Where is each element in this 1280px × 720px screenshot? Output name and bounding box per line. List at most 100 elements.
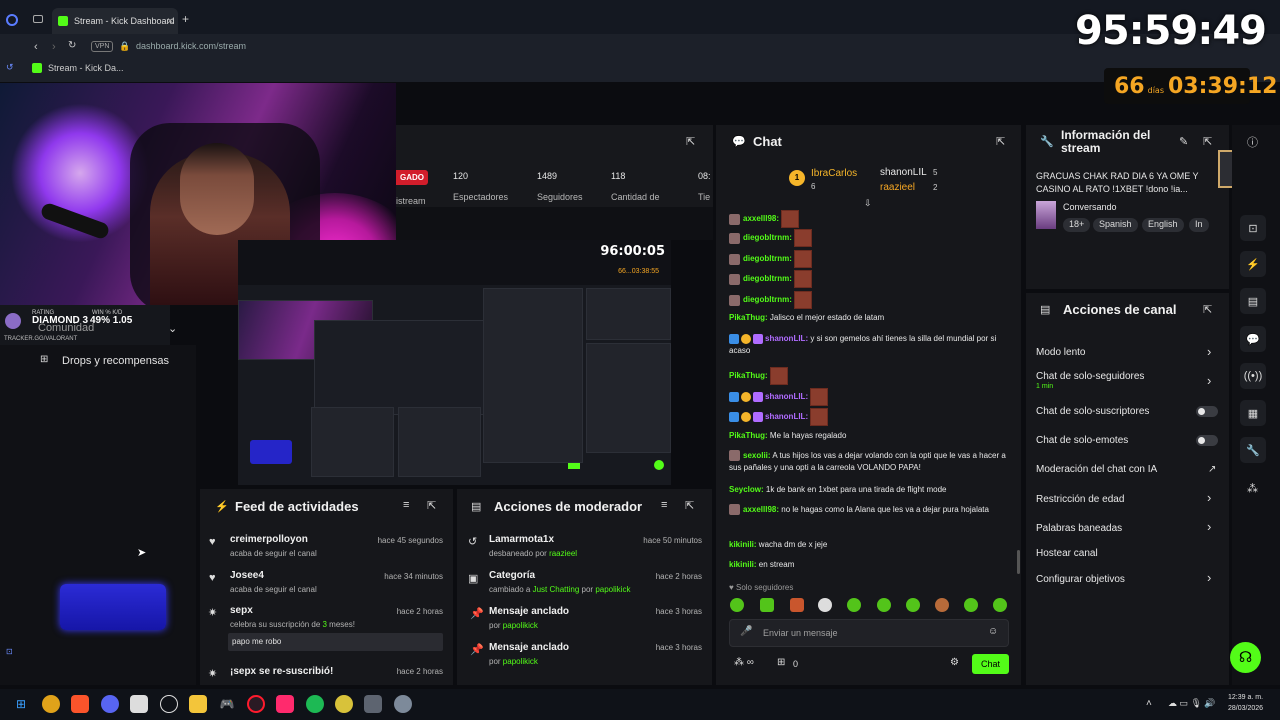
calendar-icon[interactable]: [130, 695, 148, 713]
tab-kick-dashboard[interactable]: Stream - Kick Dashboard ✕: [52, 8, 178, 34]
xbox-icon[interactable]: 🎮: [218, 695, 236, 713]
filter-icon[interactable]: ≡: [661, 499, 667, 511]
chat-user[interactable]: PikaThug:: [729, 313, 768, 322]
subs-only-option[interactable]: Chat de solo-suscriptores: [1036, 406, 1149, 417]
settings-icon[interactable]: [394, 695, 412, 713]
chat-user[interactable]: Seyclow:: [729, 485, 764, 494]
emotes-only-toggle[interactable]: [1196, 435, 1218, 446]
chat-user[interactable]: PikaThug:: [729, 371, 768, 380]
chatgpt-icon[interactable]: [160, 695, 178, 713]
emotes-only-option[interactable]: Chat de solo-emotes: [1036, 435, 1128, 446]
ai-moderation-option[interactable]: Moderación del chat con IA: [1036, 464, 1157, 475]
chat-user[interactable]: shanonLIL:: [765, 392, 808, 401]
chat-icon[interactable]: 💬: [1240, 326, 1266, 352]
emoji-icon[interactable]: ☺: [988, 626, 998, 637]
chat-people-icon[interactable]: ⁂ ∞: [734, 657, 754, 668]
category-name[interactable]: Conversando: [1063, 202, 1117, 212]
screenshot-icon[interactable]: ⊡: [1240, 215, 1266, 241]
mod-user[interactable]: papolikick: [503, 621, 538, 630]
broadcast-icon[interactable]: ((•)): [1240, 363, 1266, 389]
chevron-right-icon[interactable]: ›: [1207, 570, 1211, 585]
system-date[interactable]: 28/03/2026: [1228, 705, 1263, 712]
tag-pill[interactable]: 18+: [1063, 218, 1091, 232]
chat-user[interactable]: PikaThug:: [729, 431, 768, 440]
chat-user[interactable]: kikinili:: [729, 560, 757, 569]
feed-user[interactable]: creimerpolloyon: [230, 534, 308, 545]
forward-icon[interactable]: ›: [52, 41, 56, 53]
windows-start-icon[interactable]: ⊞: [12, 695, 30, 713]
tiktok-icon[interactable]: [276, 695, 294, 713]
chat-user[interactable]: diegobltrnm:: [743, 254, 792, 263]
app-icon-yellow[interactable]: [335, 695, 353, 713]
configure-goals-option[interactable]: Configurar objetivos: [1036, 574, 1125, 585]
chat-user[interactable]: diegobltrnm:: [743, 295, 792, 304]
app-icon-grey[interactable]: [364, 695, 382, 713]
url-field[interactable]: dashboard.kick.com/stream: [136, 41, 246, 51]
chat-user[interactable]: shanonLIL:: [765, 334, 808, 343]
filter-icon[interactable]: ≡: [403, 499, 409, 511]
document-icon[interactable]: ▤: [1240, 288, 1266, 314]
settings-icon[interactable]: ⚙: [950, 657, 959, 668]
feed-user[interactable]: Josee4: [230, 570, 264, 581]
mod-user[interactable]: raazieel: [549, 549, 577, 558]
expand-icon[interactable]: ⇱: [686, 135, 695, 148]
host-channel-option[interactable]: Hostear canal: [1036, 548, 1098, 559]
subs-only-toggle[interactable]: [1196, 406, 1218, 417]
banned-words-option[interactable]: Palabras baneadas: [1036, 523, 1122, 534]
help-fab[interactable]: ☊: [1230, 642, 1261, 673]
tray-chevron-icon[interactable]: ˄: [1146, 698, 1152, 709]
folder-icon[interactable]: [189, 695, 207, 713]
scroll-down-icon[interactable]: ⇩: [864, 198, 872, 209]
emote-icon[interactable]: [993, 598, 1007, 612]
popout-icon[interactable]: ⇱: [1203, 303, 1212, 316]
app-icon-coin[interactable]: [42, 695, 60, 713]
external-link-icon[interactable]: ↗: [1208, 464, 1216, 475]
mic-icon[interactable]: 🎤: [740, 626, 752, 637]
nav-drops[interactable]: Drops y recompensas: [62, 355, 169, 367]
mod-category[interactable]: Just Chatting: [533, 585, 580, 594]
tray-icons[interactable]: ☁ ▭ 🎙 🔊: [1168, 698, 1216, 709]
emote-icon[interactable]: [790, 598, 804, 612]
emote-icon[interactable]: [730, 598, 744, 612]
reload-icon[interactable]: ↻: [68, 40, 76, 51]
small-link[interactable]: ⊡: [6, 647, 13, 656]
emote-icon[interactable]: [935, 598, 949, 612]
chat-scrollbar[interactable]: [1017, 550, 1020, 574]
popout-icon[interactable]: ⇱: [1203, 135, 1212, 148]
tag-pill[interactable]: Spanish: [1093, 218, 1138, 232]
layout-icon[interactable]: ▦: [1240, 400, 1266, 426]
feed-user[interactable]: sepx: [230, 605, 253, 616]
mod-user[interactable]: papolikick: [503, 657, 538, 666]
chevron-right-icon[interactable]: ›: [1207, 344, 1211, 359]
gift-icon[interactable]: ⊞: [777, 657, 785, 668]
mod-item-title[interactable]: Mensaje anclado: [489, 642, 569, 653]
tab-islands-icon[interactable]: [33, 15, 43, 23]
apps-icon[interactable]: ⁂: [1247, 482, 1258, 495]
chat-user[interactable]: axxelll98:: [743, 214, 779, 223]
feed-user[interactable]: ¡sepx se re-suscribió!: [230, 666, 333, 677]
chevron-right-icon[interactable]: ›: [1207, 519, 1211, 534]
spotify-icon[interactable]: [306, 695, 324, 713]
chat-user[interactable]: sexolii:: [743, 451, 771, 460]
chevron-down-icon[interactable]: ⌄: [168, 322, 177, 335]
chat-user[interactable]: diegobltrnm:: [743, 233, 792, 242]
chevron-right-icon[interactable]: ›: [1207, 373, 1211, 388]
tag-pill[interactable]: In: [1189, 218, 1209, 232]
mod-item-title[interactable]: Categoría: [489, 570, 535, 581]
mod-user[interactable]: papolikick: [595, 585, 630, 594]
back-icon[interactable]: ‹: [34, 41, 38, 53]
chat-user[interactable]: shanonLIL:: [765, 412, 808, 421]
wrench-icon[interactable]: 🔧: [1240, 437, 1266, 463]
emote-icon[interactable]: [760, 598, 774, 612]
system-time[interactable]: 12:39 a. m.: [1228, 694, 1263, 701]
chevron-right-icon[interactable]: ›: [1207, 490, 1211, 505]
new-tab-button[interactable]: +: [182, 12, 189, 26]
gifter-name[interactable]: raazieel: [880, 182, 915, 193]
send-chat-button[interactable]: Chat: [972, 654, 1009, 674]
chat-user[interactable]: axxelll98:: [743, 505, 779, 514]
emote-icon[interactable]: [818, 598, 832, 612]
stream-preview[interactable]: 96:00:05 66...03:38:55: [238, 240, 671, 485]
chat-input[interactable]: 🎤 Enviar un mensaje ☺: [729, 619, 1009, 647]
emote-icon[interactable]: [906, 598, 920, 612]
age-restriction-option[interactable]: Restricción de edad: [1036, 494, 1124, 505]
